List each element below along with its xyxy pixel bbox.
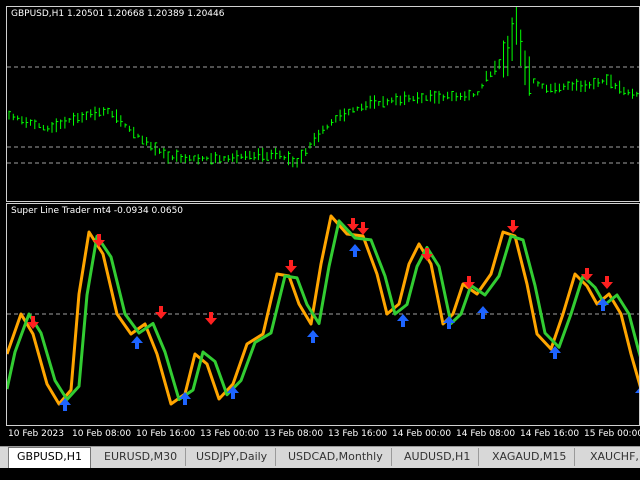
sell-arrow-icon <box>155 306 167 319</box>
time-axis-label: 10 Feb 16:00 <box>136 429 196 439</box>
time-axis-label: 13 Feb 00:00 <box>200 429 260 439</box>
time-axis-label: 13 Feb 08:00 <box>264 429 324 439</box>
price-chart-panel[interactable]: GBPUSD,H1 1.20501 1.20668 1.20389 1.2044… <box>6 6 640 202</box>
sell-arrow-icon <box>601 276 613 289</box>
price-chart <box>7 7 639 168</box>
status-strip <box>0 468 640 480</box>
buy-arrow-icon <box>397 314 409 327</box>
tab-gbpusd-h1[interactable]: GBPUSD,H1 <box>8 447 91 468</box>
sell-arrow-icon <box>507 220 519 233</box>
indicator-title: Super Line Trader mt4 -0.0934 0.0650 <box>11 206 184 216</box>
buy-arrow-icon <box>597 298 609 311</box>
sell-arrow-icon <box>347 218 359 231</box>
tab-eurusd-m30[interactable]: EURUSD,M30 <box>96 448 187 466</box>
time-axis-label: 13 Feb 16:00 <box>328 429 388 439</box>
buy-arrow-icon <box>477 306 489 319</box>
sell-arrow-icon <box>357 222 369 235</box>
time-axis-label: 10 Feb 2023 <box>8 429 65 439</box>
buy-arrow-icon <box>635 388 639 399</box>
tab-xagaud-m15[interactable]: XAGAUD,M15 <box>484 448 576 466</box>
sell-arrow-icon <box>285 260 297 273</box>
tab-xauchf[interactable]: XAUCHF, <box>582 448 640 466</box>
buy-arrow-icon <box>131 336 143 349</box>
buy-arrow-icon <box>349 244 361 257</box>
indicator-panel[interactable]: Super Line Trader mt4 -0.0934 0.0650 <box>6 203 640 426</box>
price-chart-title: GBPUSD,H1 1.20501 1.20668 1.20389 1.2044… <box>11 9 225 19</box>
tab-usdjpy-daily[interactable]: USDJPY,Daily <box>188 448 277 466</box>
tab-usdcad-monthly[interactable]: USDCAD,Monthly <box>280 448 392 466</box>
time-axis-label: 14 Feb 16:00 <box>520 429 580 439</box>
time-axis-label: 10 Feb 08:00 <box>72 429 132 439</box>
time-axis-label: 14 Feb 08:00 <box>456 429 516 439</box>
tab-audusd-h1[interactable]: AUDUSD,H1 <box>396 448 480 466</box>
buy-arrow-icon <box>307 330 319 343</box>
buy-arrow-icon <box>443 316 455 329</box>
chart-tab-bar: GBPUSD,H1 EURUSD,M30 USDJPY,Daily USDCAD… <box>0 446 640 469</box>
time-axis: 10 Feb 2023 10 Feb 08:00 10 Feb 16:00 13… <box>0 426 640 446</box>
indicator-chart <box>7 214 639 411</box>
time-axis-label: 15 Feb 00:00 <box>584 429 640 439</box>
time-axis-label: 14 Feb 00:00 <box>392 429 452 439</box>
